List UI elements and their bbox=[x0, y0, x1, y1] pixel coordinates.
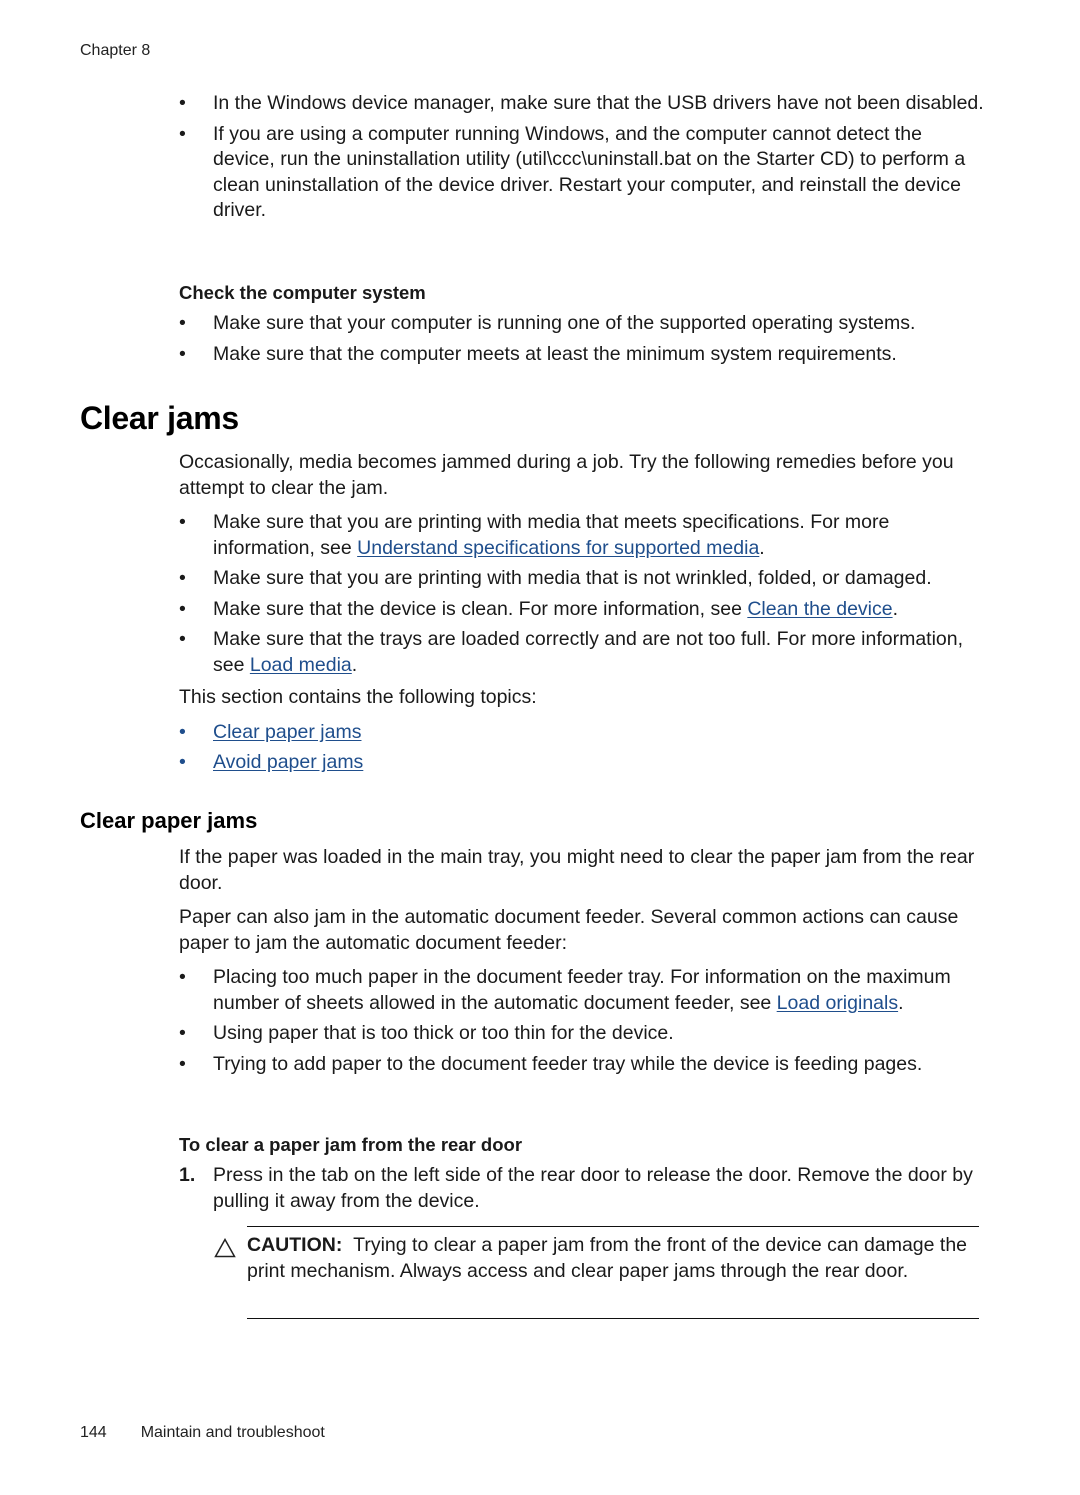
list-item: • Make sure that the trays are loaded co… bbox=[179, 627, 989, 678]
page-footer: 144 Maintain and troubleshoot bbox=[80, 1424, 325, 1442]
clear-jams-bullet-list: • Make sure that you are printing with m… bbox=[179, 510, 989, 678]
link-clean-the-device[interactable]: Clean the device bbox=[747, 598, 892, 620]
procedure-heading: To clear a paper jam from the rear door bbox=[179, 1134, 523, 1155]
list-item-text: Make sure that you are printing with med… bbox=[213, 567, 932, 589]
bullet-icon: • bbox=[179, 122, 186, 145]
bullet-icon: • bbox=[179, 1052, 186, 1075]
list-item-text: Make sure that the device is clean. For … bbox=[213, 597, 748, 620]
list-item: • Make sure that your computer is runnin… bbox=[179, 311, 989, 337]
step-text: Press in the tab on the left side of the… bbox=[213, 1164, 973, 1212]
list-item-text: Make sure that your computer is running … bbox=[213, 312, 916, 334]
list-item: • Placing too much paper in the document… bbox=[179, 965, 989, 1016]
section-title: Clear jams bbox=[80, 400, 239, 436]
procedure-step: 1. Press in the tab on the left side of … bbox=[179, 1163, 989, 1214]
list-item-text: Using paper that is too thick or too thi… bbox=[213, 1022, 674, 1044]
list-item-text-end: . bbox=[351, 653, 358, 676]
link-avoid-paper-jams[interactable]: Avoid paper jams bbox=[213, 751, 363, 773]
list-item-text-end: . bbox=[898, 991, 904, 1014]
list-item: • Using paper that is too thick or too t… bbox=[179, 1021, 989, 1047]
intro-bullet-list: • In the Windows device manager, make su… bbox=[179, 91, 989, 224]
bullet-icon: • bbox=[179, 628, 186, 650]
subsection-title: Clear paper jams bbox=[80, 808, 258, 833]
check-system-bullet-list: • Make sure that your computer is runnin… bbox=[179, 311, 989, 367]
link-clear-paper-jams[interactable]: Clear paper jams bbox=[213, 721, 361, 743]
list-item-text: In the Windows device manager, make sure… bbox=[213, 92, 984, 114]
list-item: • Make sure that you are printing with m… bbox=[179, 566, 989, 592]
list-item-text-end: . bbox=[759, 536, 765, 559]
paragraph: Paper can also jam in the automatic docu… bbox=[179, 906, 959, 954]
bullet-icon: • bbox=[179, 567, 186, 589]
bullet-icon: • bbox=[179, 92, 186, 114]
bullet-icon: • bbox=[179, 1022, 186, 1044]
bullet-icon: • bbox=[179, 597, 186, 620]
list-item: • Trying to add paper to the document fe… bbox=[179, 1052, 989, 1078]
link-understand-specifications[interactable]: Understand specifications for supported … bbox=[357, 537, 759, 559]
list-item-text-end: . bbox=[892, 597, 899, 620]
list-item-text: Trying to add paper to the document feed… bbox=[213, 1052, 923, 1075]
bullet-icon: • bbox=[179, 721, 186, 743]
topic-item: • Avoid paper jams bbox=[179, 750, 989, 776]
page-number: 144 bbox=[80, 1424, 107, 1441]
bullet-icon: • bbox=[179, 312, 186, 334]
footer-section-title: Maintain and troubleshoot bbox=[140, 1424, 325, 1441]
caution-label: CAUTION: bbox=[247, 1234, 343, 1256]
warning-triangle-icon bbox=[214, 1237, 236, 1263]
list-item: • Make sure that the device is clean. Fo… bbox=[179, 597, 989, 623]
running-head: Chapter 8 bbox=[80, 42, 151, 59]
clear-jams-intro: Occasionally, media becomes jammed durin… bbox=[179, 451, 954, 499]
list-item: • Make sure that you are printing with m… bbox=[179, 510, 989, 561]
procedure-steps: 1. Press in the tab on the left side of … bbox=[179, 1163, 989, 1214]
bullet-icon: • bbox=[179, 342, 186, 365]
topic-item: • Clear paper jams bbox=[179, 720, 989, 746]
bullet-icon: • bbox=[179, 751, 186, 773]
paragraph: If the paper was loaded in the main tray… bbox=[179, 846, 975, 894]
bullet-icon: • bbox=[179, 966, 186, 988]
list-item-text: If you are using a computer running Wind… bbox=[213, 122, 966, 222]
topics-list: • Clear paper jams • Avoid paper jams bbox=[179, 720, 989, 776]
list-item: • In the Windows device manager, make su… bbox=[179, 91, 989, 117]
feeder-causes-list: • Placing too much paper in the document… bbox=[179, 965, 989, 1077]
caution-text: Trying to clear a paper jam from the fro… bbox=[247, 1234, 968, 1282]
topics-intro: This section contains the following topi… bbox=[179, 686, 537, 708]
list-item-text: Make sure that the computer meets at lea… bbox=[213, 342, 897, 365]
bullet-icon: • bbox=[179, 511, 186, 533]
link-load-media[interactable]: Load media bbox=[250, 654, 352, 676]
list-item: • If you are using a computer running Wi… bbox=[179, 122, 989, 224]
step-number: 1. bbox=[179, 1164, 196, 1186]
subsection-heading: Check the computer system bbox=[179, 282, 426, 303]
list-item: • Make sure that the computer meets at l… bbox=[179, 342, 989, 368]
link-load-originals[interactable]: Load originals bbox=[777, 992, 898, 1014]
caution-note: CAUTION: Trying to clear a paper jam fro… bbox=[247, 1233, 982, 1284]
